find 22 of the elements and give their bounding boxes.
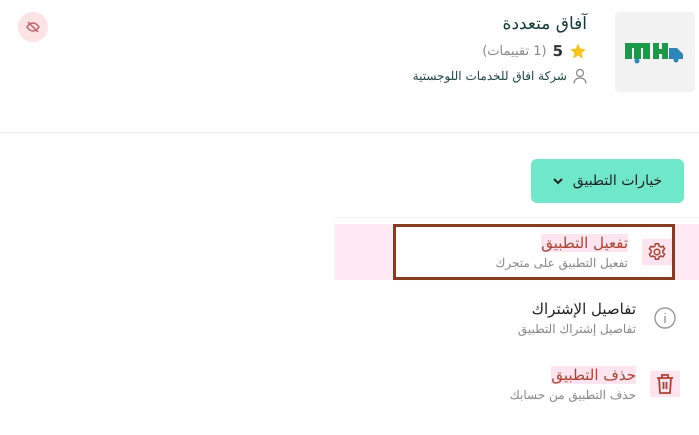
menu-item-subtitle: حذف التطبيق من حسابك	[510, 388, 636, 402]
menu-item-title: حذف التطبيق	[551, 366, 636, 384]
trash-icon	[655, 373, 675, 395]
menu-item[interactable]: تفاصيل الإشتراك تفاصيل إشتراك التطبيق	[385, 290, 699, 346]
app-name: آفاق متعددة	[502, 14, 587, 34]
hide-button[interactable]	[18, 12, 48, 42]
menu-item-subtitle: تفعيل التطبيق على متجرك	[496, 256, 628, 270]
user-icon	[573, 68, 587, 84]
publisher-name: شركة افاق للخدمات اللوجستية	[412, 69, 567, 83]
star-icon	[569, 42, 587, 60]
rating-score: 5	[552, 42, 563, 60]
chevron-down-icon	[552, 178, 563, 184]
eye-off-icon	[25, 19, 41, 35]
gear-icon	[646, 241, 668, 263]
info-icon	[653, 306, 677, 330]
rating-count: (1 تقييمات)	[482, 44, 547, 58]
menu-item[interactable]: حذف التطبيق حذف التطبيق من حسابك	[385, 356, 699, 412]
app-options-button[interactable]: خيارات التطبيق	[531, 159, 684, 203]
menu-item-title: تفعيل التطبيق	[541, 234, 628, 252]
menu-item[interactable]: تفعيل التطبيق تفعيل التطبيق على متجرك	[393, 224, 675, 280]
menu-item-title: تفاصيل الإشتراك	[532, 300, 636, 318]
menu-item-subtitle: تفاصيل إشتراك التطبيق	[518, 322, 636, 336]
